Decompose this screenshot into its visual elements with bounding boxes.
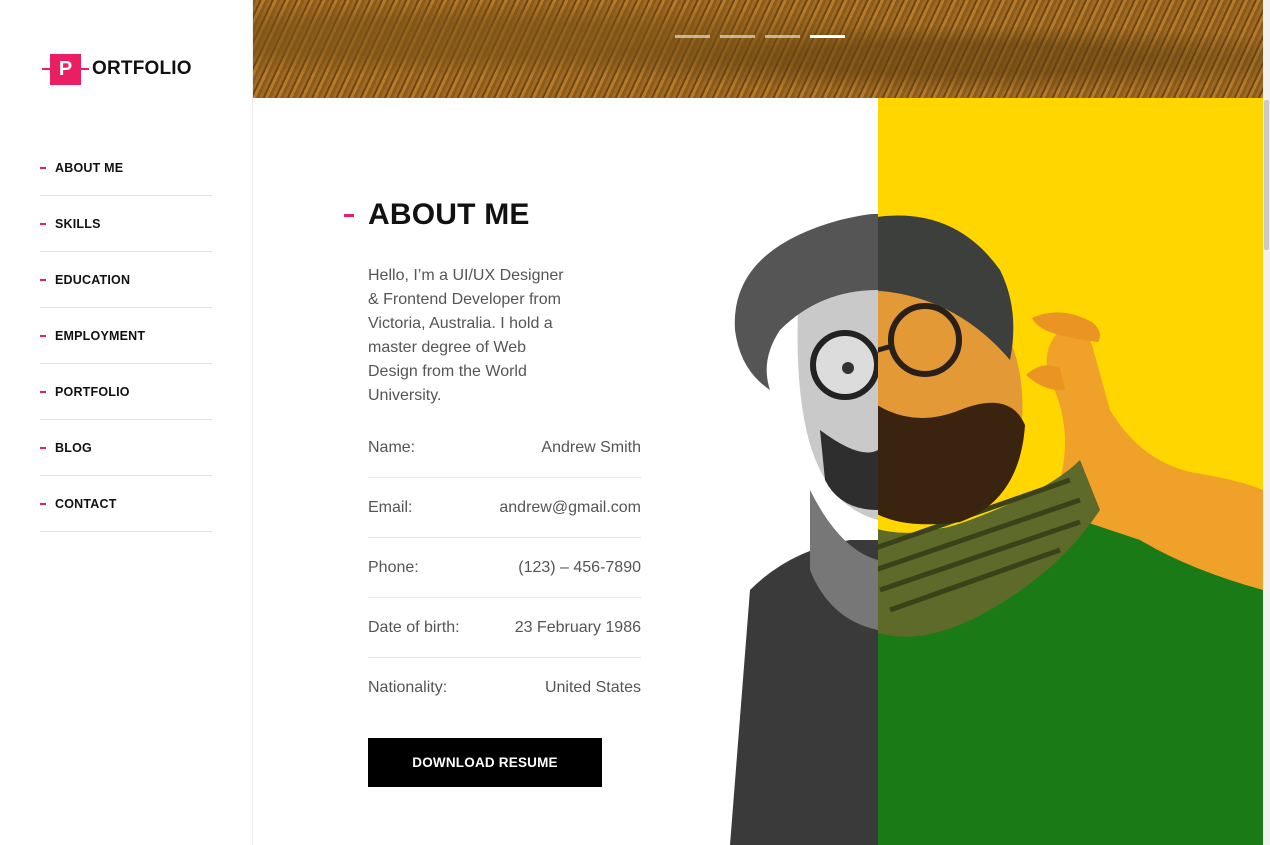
bullet-icon [40, 166, 46, 169]
bullet-icon [40, 278, 46, 281]
info-row-phone: Phone: (123) – 456-7890 [368, 538, 641, 598]
info-row-email: Email: andrew@gmail.com [368, 478, 641, 538]
nav-item-education[interactable]: EDUCATION [40, 252, 212, 308]
bullet-icon [40, 334, 46, 337]
slider-dot-3[interactable] [765, 35, 800, 38]
nav-item-label: EDUCATION [55, 272, 131, 287]
sidebar-nav: ABOUT ME SKILLS EDUCATION EMPLOYMENT POR… [40, 140, 212, 532]
nav-item-contact[interactable]: CONTACT [40, 476, 212, 532]
info-value: andrew@gmail.com [499, 498, 641, 516]
nav-item-label: ABOUT ME [55, 160, 124, 175]
info-value: 23 February 1986 [514, 618, 641, 636]
nav-item-blog[interactable]: BLOG [40, 420, 212, 476]
info-row-nationality: Nationality: United States [368, 658, 641, 718]
bullet-icon [40, 390, 46, 393]
info-value: Andrew Smith [541, 438, 641, 456]
about-intro: Hello, I’m a UI/UX Designer & Frontend D… [368, 267, 564, 404]
nav-item-label: CONTACT [55, 496, 117, 511]
nav-item-label: PORTFOLIO [55, 384, 130, 399]
info-row-name: Name: Andrew Smith [368, 418, 641, 478]
logo[interactable]: P ORTFOLIO [42, 53, 192, 85]
profile-photo [720, 210, 1263, 845]
info-value: (123) – 456-7890 [518, 558, 641, 576]
logo-letter: P [50, 53, 81, 85]
slider-dot-2[interactable] [720, 35, 755, 38]
about-title: ABOUT ME [368, 198, 530, 231]
download-resume-button[interactable]: DOWNLOAD RESUME [368, 738, 602, 787]
info-label: Name: [368, 438, 416, 456]
nav-item-skills[interactable]: SKILLS [40, 196, 212, 252]
hero-image-strip [253, 0, 1263, 98]
bullet-icon [40, 446, 46, 449]
logo-dash-left [42, 68, 50, 70]
slider-dots [675, 35, 845, 38]
logo-dash-right [81, 68, 89, 70]
scrollbar-thumb[interactable] [1264, 100, 1269, 250]
bullet-icon [40, 502, 46, 505]
nav-item-portfolio[interactable]: PORTFOLIO [40, 364, 212, 420]
personal-info-list: Name: Andrew Smith Email: andrew@gmail.c… [368, 418, 641, 718]
info-row-birth: Date of birth: 23 February 1986 [368, 598, 641, 658]
nav-item-about-me[interactable]: ABOUT ME [40, 140, 212, 196]
bullet-icon [40, 222, 46, 225]
info-label: Date of birth: [368, 618, 460, 636]
sidebar: P ORTFOLIO ABOUT ME SKILLS EDUCATION EMP… [0, 0, 253, 845]
nav-item-employment[interactable]: EMPLOYMENT [40, 308, 212, 364]
slider-dot-1[interactable] [675, 35, 710, 38]
nav-item-label: SKILLS [55, 216, 101, 231]
logo-word: ORTFOLIO [92, 58, 192, 79]
slider-dot-4[interactable] [810, 35, 845, 38]
about-heading: ABOUT ME [344, 198, 530, 232]
nav-item-label: BLOG [55, 440, 92, 455]
info-label: Nationality: [368, 679, 448, 696]
info-label: Phone: [368, 558, 419, 576]
info-label: Email: [368, 498, 413, 516]
nav-item-label: EMPLOYMENT [55, 328, 146, 343]
heading-dash-icon [344, 213, 354, 217]
info-value: United States [544, 679, 641, 696]
